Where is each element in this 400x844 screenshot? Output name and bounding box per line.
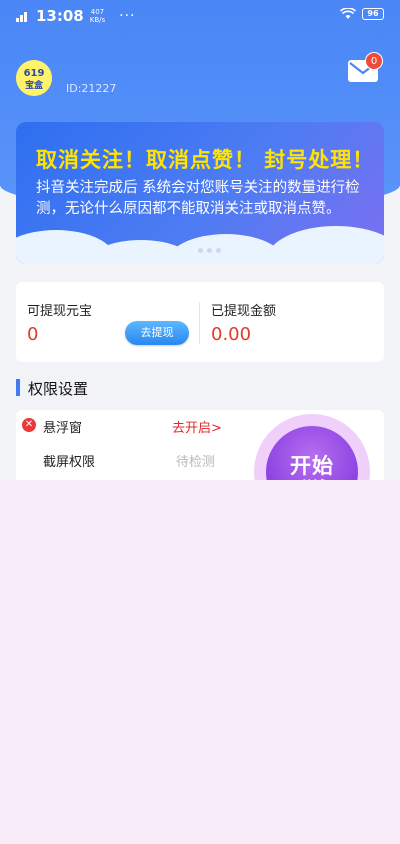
section-title: 权限设置: [28, 380, 89, 398]
available-label: 可提现元宝: [27, 304, 93, 319]
banner-title: 取消关注！取消点赞！ 封号处理！: [36, 148, 375, 172]
banner-page-indicator: [198, 248, 221, 253]
svg-text:619: 619: [24, 68, 45, 79]
enable-overlay-link[interactable]: 去开启>: [172, 417, 222, 436]
battery-icon: 96: [362, 8, 384, 20]
network-speed: 407 KB/s: [89, 8, 106, 24]
start-button-sub-label: 赚钱: [266, 474, 358, 480]
notice-banner[interactable]: 取消关注！取消点赞！ 封号处理！ 抖音关注完成后 系统会对您账号关注的数量进行检…: [16, 122, 384, 264]
withdrawn-label: 已提现金额: [211, 304, 277, 319]
permission-name-overlay: 悬浮窗: [43, 421, 83, 436]
banner-text: 抖音关注完成后 系统会对您账号关注的数量进行检测，无论什么原因都不能取消关注或取…: [36, 180, 360, 217]
status-bar: 13:08 407 KB/s ··· 96: [0, 0, 400, 34]
withdraw-button[interactable]: 去提现: [125, 321, 189, 345]
error-icon: ✕: [22, 418, 36, 432]
user-id: ID:21227: [66, 82, 117, 95]
wifi-icon: [340, 8, 356, 19]
signal-icon: [16, 10, 30, 22]
available-value: 0: [27, 324, 39, 345]
withdrawn-value: 0.00: [211, 324, 252, 345]
balance-card: 可提现元宝 0 去提现 已提现金额 0.00: [16, 282, 384, 362]
divider: [199, 302, 200, 344]
section-marker: [16, 379, 20, 396]
screenshot-permission-status: 待检测: [176, 455, 216, 470]
mail-badge: 0: [365, 52, 383, 70]
app-screen: 13:08 407 KB/s ··· 96 619 宝盒 ID:21227 0: [0, 0, 400, 480]
app-logo-icon: 619 宝盒: [16, 60, 52, 96]
svg-text:宝盒: 宝盒: [25, 79, 44, 91]
permission-name-screenshot: 截屏权限: [43, 455, 96, 470]
more-notifications-icon: ···: [119, 8, 136, 24]
avatar[interactable]: 619 宝盒: [16, 60, 52, 96]
clock: 13:08: [36, 7, 84, 25]
